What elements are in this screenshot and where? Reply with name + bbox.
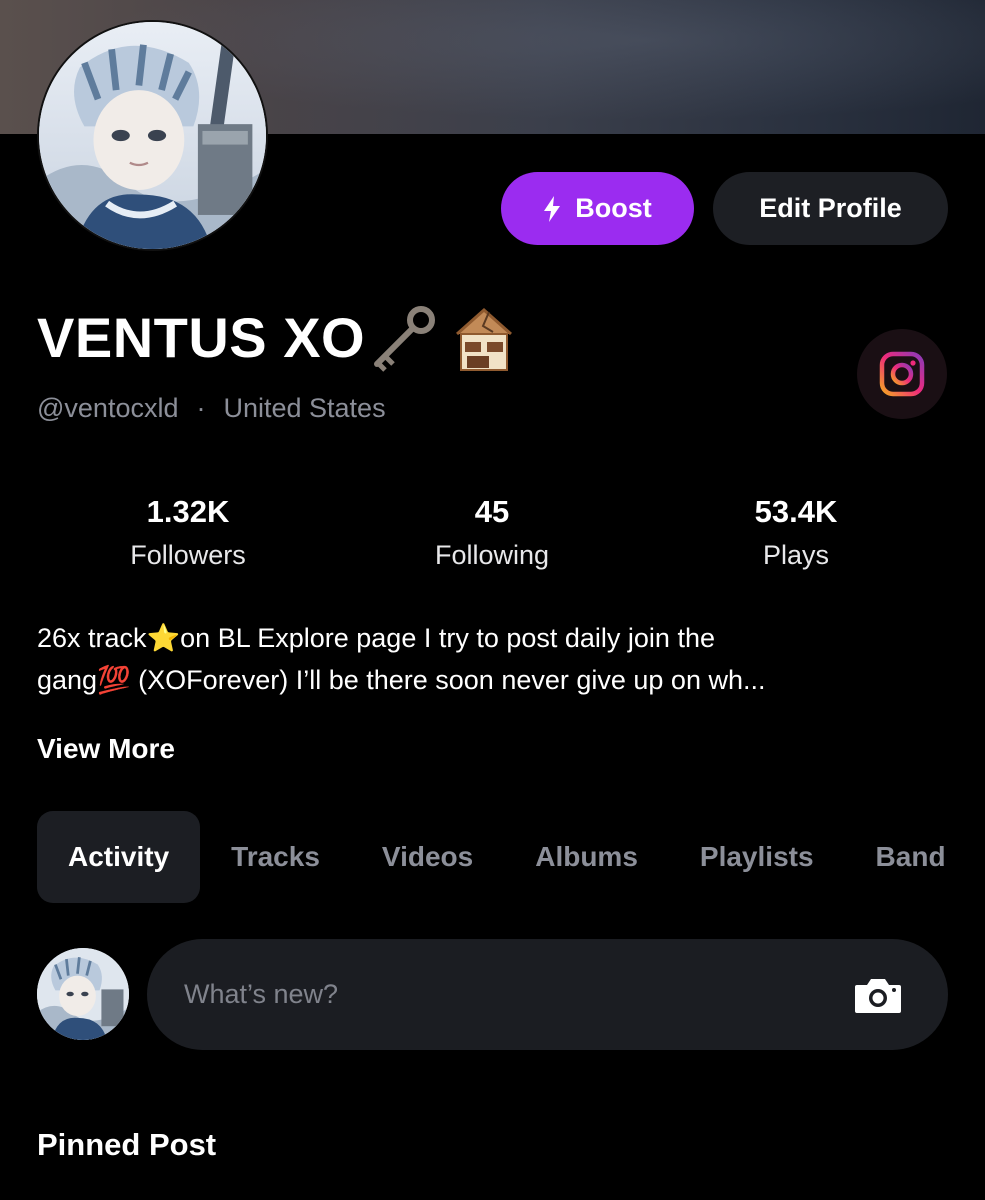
stat-value: 1.32K bbox=[146, 494, 230, 529]
boost-label: Boost bbox=[575, 193, 652, 223]
user-location: United States bbox=[223, 393, 386, 423]
bio-line-1: 26x track⭐️on BL Explore page I try to p… bbox=[37, 623, 715, 653]
old-key-icon bbox=[374, 305, 436, 372]
display-name-row: VENTUS XO bbox=[37, 300, 515, 375]
display-name: VENTUS XO bbox=[37, 306, 366, 369]
tab-videos[interactable]: Videos bbox=[351, 811, 504, 903]
profile-tabs: Activity Tracks Videos Albums Playlists … bbox=[37, 811, 985, 903]
pinned-post-heading: Pinned Post bbox=[37, 1127, 217, 1162]
avatar-illustration bbox=[39, 22, 266, 249]
tab-tracks[interactable]: Tracks bbox=[200, 811, 351, 903]
profile-page: Boost Edit Profile VENTUS XO @ventocxld … bbox=[0, 0, 985, 1200]
lightning-icon bbox=[544, 195, 561, 222]
instagram-link-button[interactable] bbox=[857, 329, 947, 419]
tab-activity[interactable]: Activity bbox=[37, 811, 201, 903]
stat-label: Following bbox=[434, 540, 550, 570]
edit-profile-label: Edit Profile bbox=[759, 193, 902, 223]
bio-line-2: gang💯 (XOForever) I’ll be there soon nev… bbox=[37, 665, 766, 695]
profile-bio: 26x track⭐️on BL Explore page I try to p… bbox=[37, 617, 947, 701]
view-more-link[interactable]: View More bbox=[37, 733, 175, 765]
tab-albums[interactable]: Albums bbox=[504, 811, 669, 903]
derelict-house-icon bbox=[456, 307, 513, 371]
avatar-illustration bbox=[37, 948, 129, 1040]
stat-label: Followers bbox=[130, 540, 246, 570]
instagram-icon bbox=[879, 351, 925, 397]
composer-avatar bbox=[37, 948, 129, 1040]
stat-value: 53.4K bbox=[754, 494, 838, 529]
separator-dot: · bbox=[196, 393, 206, 423]
stat-followers[interactable]: 1.32K Followers bbox=[58, 492, 318, 572]
user-handle: @ventocxld bbox=[37, 393, 179, 423]
handle-location-row: @ventocxld · United States bbox=[37, 393, 386, 424]
camera-icon bbox=[855, 978, 901, 1013]
whats-new-input[interactable] bbox=[184, 979, 848, 1010]
tab-band[interactable]: Band bbox=[845, 811, 977, 903]
stat-value: 45 bbox=[474, 494, 510, 529]
stat-label: Plays bbox=[762, 540, 830, 570]
edit-profile-button[interactable]: Edit Profile bbox=[713, 172, 948, 245]
boost-button[interactable]: Boost bbox=[501, 172, 694, 245]
stat-following[interactable]: 45 Following bbox=[362, 492, 622, 572]
tab-playlists[interactable]: Playlists bbox=[669, 811, 845, 903]
profile-avatar[interactable] bbox=[37, 20, 268, 251]
post-composer bbox=[147, 939, 948, 1050]
camera-button[interactable] bbox=[848, 965, 908, 1025]
stat-plays[interactable]: 53.4K Plays bbox=[666, 492, 926, 572]
